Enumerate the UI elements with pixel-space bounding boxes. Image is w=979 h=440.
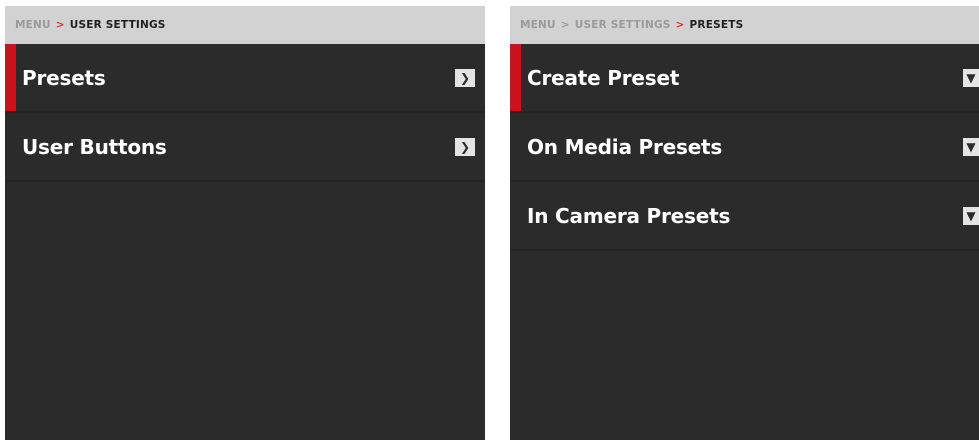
menu-item-label: User Buttons: [22, 134, 167, 159]
selection-indicator: [5, 44, 16, 111]
chevron-down-icon: ▼: [963, 68, 979, 87]
user-settings-panel: MENU > USER SETTINGS Presets ❯ User Butt…: [5, 6, 485, 440]
menu-item-on-media-presets[interactable]: On Media Presets ▼: [510, 113, 979, 182]
breadcrumb-user-settings[interactable]: USER SETTINGS: [575, 19, 671, 31]
menu-item-in-camera-presets[interactable]: In Camera Presets ▼: [510, 182, 979, 251]
chevron-down-icon: ▼: [963, 137, 979, 156]
menu-item-user-buttons[interactable]: User Buttons ❯: [5, 113, 485, 182]
chevron-down-icon: ▼: [963, 206, 979, 225]
menu-item-label: In Camera Presets: [527, 203, 731, 228]
menu-item-presets[interactable]: Presets ❯: [5, 44, 485, 113]
breadcrumb-menu[interactable]: MENU: [15, 19, 51, 31]
chevron-right-icon: ❯: [455, 68, 475, 87]
breadcrumb-current: USER SETTINGS: [69, 19, 166, 31]
menu-item-label: Create Preset: [527, 65, 680, 90]
breadcrumb: MENU > USER SETTINGS: [5, 6, 485, 44]
presets-panel: MENU > USER SETTINGS > PRESETS Create Pr…: [510, 6, 979, 440]
menu-item-label: Presets: [22, 65, 106, 90]
breadcrumb-current: PRESETS: [689, 19, 744, 31]
menu-item-create-preset[interactable]: Create Preset ▼: [510, 44, 979, 113]
chevron-right-icon: ❯: [455, 137, 475, 156]
breadcrumb-separator: >: [560, 19, 570, 31]
breadcrumb-separator: >: [55, 19, 65, 31]
menu-item-label: On Media Presets: [527, 134, 723, 159]
breadcrumb: MENU > USER SETTINGS > PRESETS: [510, 6, 979, 44]
selection-indicator: [510, 44, 521, 111]
breadcrumb-separator: >: [675, 19, 685, 31]
breadcrumb-menu[interactable]: MENU: [520, 19, 556, 31]
